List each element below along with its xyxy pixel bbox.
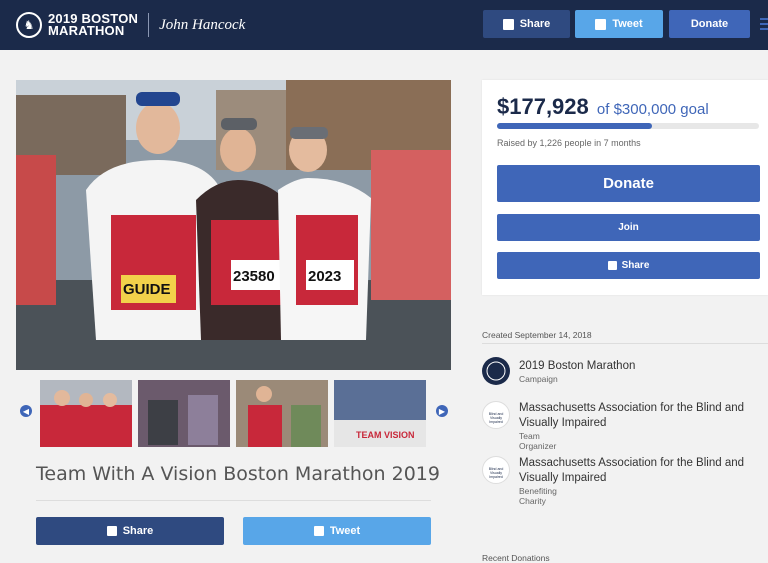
created-date: Created September 14, 2018 <box>482 330 592 340</box>
entity-charity-role: Benefiting Charity <box>519 486 557 506</box>
sponsor-logo: John Hancock <box>159 16 246 33</box>
campaign-title: Team With A Vision Boston Marathon 2019 <box>36 463 440 485</box>
header-tweet-label: Tweet <box>612 18 643 30</box>
entity-campaign-role: Campaign <box>519 374 558 384</box>
logo-divider <box>148 13 150 37</box>
join-label: Join <box>618 222 639 233</box>
mabvi-logo-text: Blind and Visually Impaired <box>488 412 504 424</box>
recent-donations-heading: Recent Donations <box>482 553 550 563</box>
header-tweet-button[interactable]: Tweet <box>575 10 663 38</box>
top-header: ♞ 2019 BOSTON MARATHON John Hancock Shar… <box>0 0 768 50</box>
created-divider <box>482 343 768 344</box>
mabvi-logo-text: Blind and Visually Impaired <box>488 467 504 479</box>
thumbnail-1[interactable] <box>40 380 132 447</box>
twitter-icon <box>313 526 324 536</box>
header-share-label: Share <box>519 18 551 30</box>
header-share-button[interactable]: Share <box>483 10 570 38</box>
tweet-button[interactable]: Tweet <box>243 517 431 545</box>
thumbnail-4[interactable]: TEAM VISION <box>334 380 426 447</box>
marathon-logo-icon <box>482 357 510 385</box>
card-share-button[interactable]: Share <box>497 252 760 279</box>
entity-campaign-name[interactable]: 2019 Boston Marathon <box>519 359 749 374</box>
thumbnail-2[interactable] <box>138 380 230 447</box>
facebook-icon <box>502 18 514 30</box>
bib-2023: 2023 <box>308 268 341 285</box>
team-vision-banner: TEAM VISION <box>356 430 415 440</box>
raised-summary: Raised by 1,226 people in 7 months <box>497 138 641 148</box>
donate-button[interactable]: Donate <box>497 165 760 202</box>
thumbnail-3[interactable] <box>236 380 328 447</box>
header-donate-button[interactable]: Donate <box>669 10 750 38</box>
fundraising-card: $177,928 of $300,000 goal Raised by 1,22… <box>482 80 768 295</box>
donate-label: Donate <box>603 175 654 192</box>
runners-photo-illustration: GUIDE 23580 2023 <box>16 80 451 370</box>
twitter-icon <box>595 18 607 30</box>
entity-charity-name[interactable]: Massachusetts Association for the Blind … <box>519 456 749 485</box>
boston-marathon-logo[interactable]: ♞ 2019 BOSTON MARATHON John Hancock <box>16 12 245 38</box>
bib-23580: 23580 <box>233 268 275 285</box>
header-donate-label: Donate <box>690 18 729 30</box>
mabvi-logo-icon: Blind and Visually Impaired <box>482 401 510 429</box>
share-label: Share <box>122 525 154 537</box>
facebook-icon <box>106 526 117 536</box>
bib-guide: GUIDE <box>123 281 171 298</box>
entity-organizer-name[interactable]: Massachusetts Association for the Blind … <box>519 401 749 430</box>
entity-organizer-role: Team Organizer <box>519 431 557 451</box>
share-button[interactable]: Share <box>36 517 224 545</box>
photo-thumbnail-strip: ◀ TEAM VISION ▶ <box>16 377 451 447</box>
hamburger-menu-icon[interactable] <box>760 18 768 30</box>
join-button[interactable]: Join <box>497 214 760 241</box>
card-share-label: Share <box>621 260 650 271</box>
raised-amount: $177,928 <box>497 94 589 119</box>
facebook-icon <box>607 261 617 270</box>
goal-text: of $300,000 goal <box>596 101 709 118</box>
progress-fill <box>497 123 652 129</box>
brand-line-2: MARATHON <box>48 23 125 38</box>
campaign-main-photo: GUIDE 23580 2023 <box>16 80 451 370</box>
mabvi-logo-icon: Blind and Visually Impaired <box>482 456 510 484</box>
unicorn-icon: ♞ <box>16 12 42 38</box>
title-divider <box>36 500 431 501</box>
chevron-left-icon[interactable]: ◀ <box>20 405 32 417</box>
chevron-right-icon[interactable]: ▶ <box>436 405 448 417</box>
progress-bar <box>497 123 759 129</box>
tweet-label: Tweet <box>329 525 361 537</box>
